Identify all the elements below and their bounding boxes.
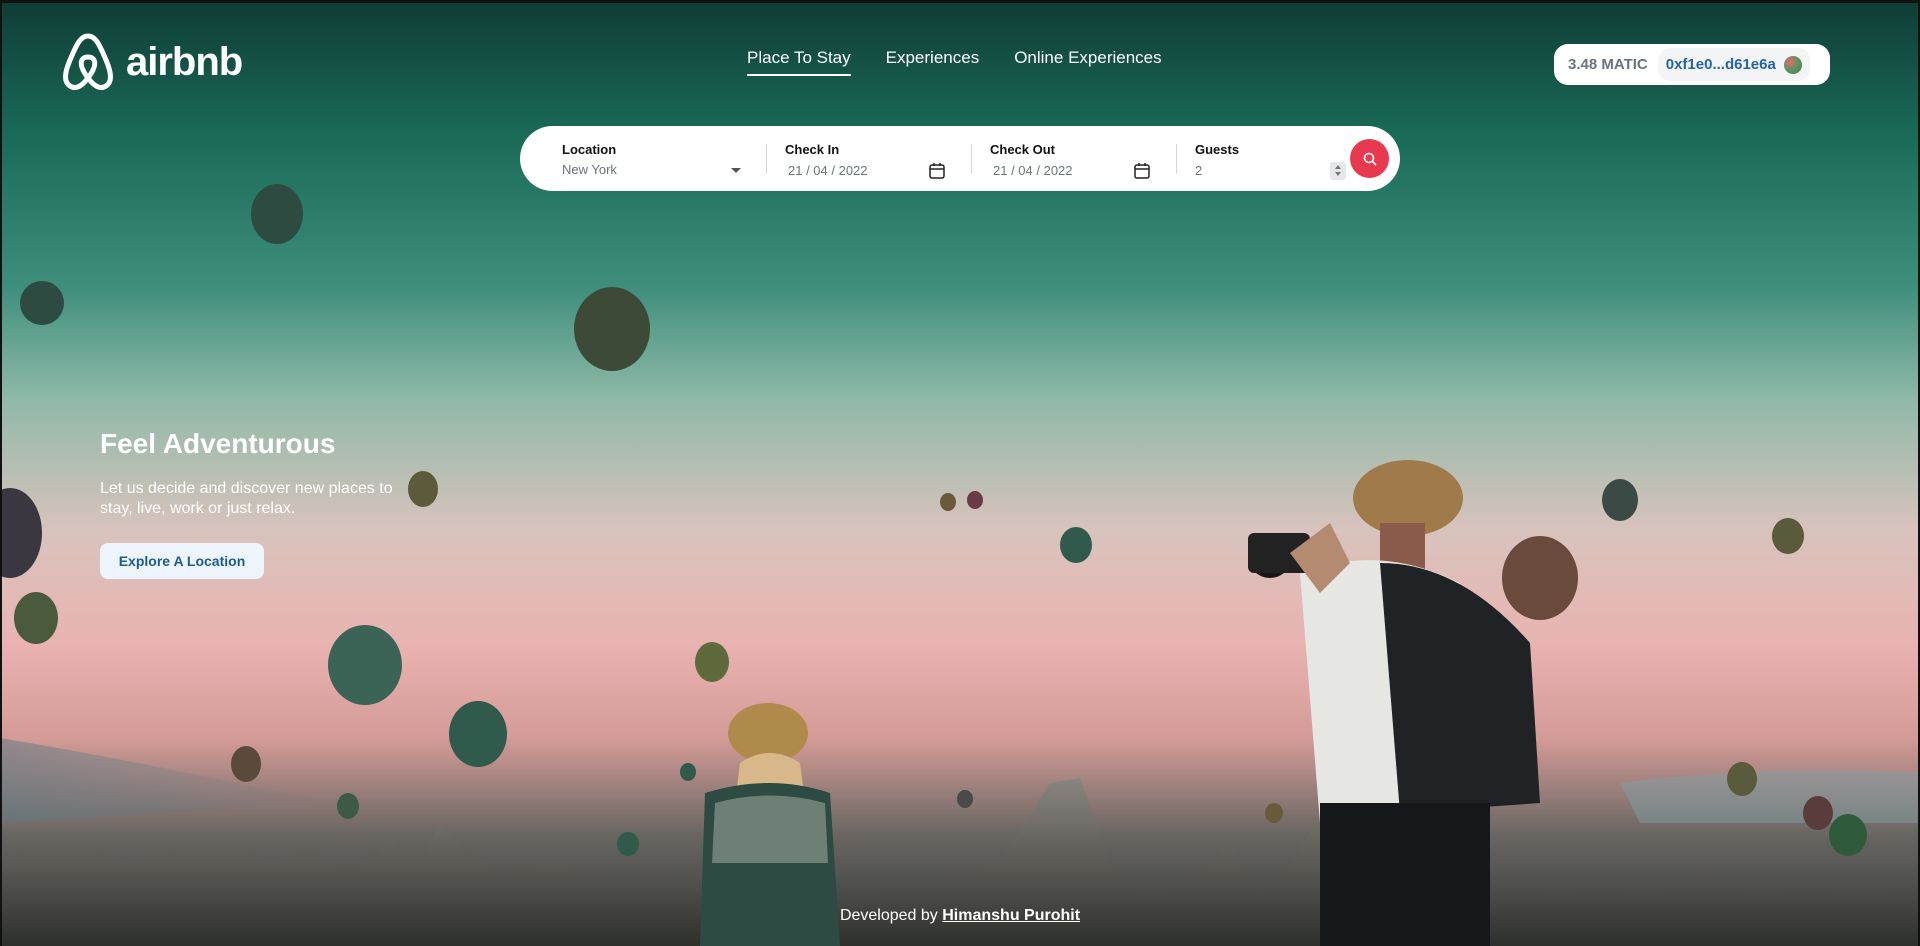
check-out-field[interactable]: Check Out 21 / 04 / 2022 <box>972 134 1177 184</box>
author-link[interactable]: Himanshu Purohit <box>942 907 1080 924</box>
search-icon <box>1363 152 1376 165</box>
explore-location-button[interactable]: Explore A Location <box>100 543 264 579</box>
wallet-address: 0xf1e0...d61e6a <box>1665 56 1776 73</box>
logo-text: airbnb <box>126 39 243 84</box>
wallet-balance: 3.48 MATIC <box>1568 56 1648 73</box>
main-nav: Place To Stay Experiences Online Experie… <box>747 48 1162 76</box>
calendar-icon[interactable] <box>928 162 946 180</box>
guests-input[interactable]: 2 <box>1195 163 1202 178</box>
check-in-input[interactable]: 21 / 04 / 2022 <box>788 163 868 178</box>
hero-title: Feel Adventurous <box>100 428 336 459</box>
location-select[interactable]: New York <box>562 162 617 177</box>
wallet-avatar-icon <box>1783 55 1802 74</box>
airbnb-logo[interactable]: airbnb <box>60 32 243 92</box>
nav-tab-experiences[interactable]: Experiences <box>886 48 980 76</box>
check-out-input[interactable]: 21 / 04 / 2022 <box>993 163 1073 178</box>
footer-credit: Developed by Himanshu Purohit <box>0 907 1920 925</box>
calendar-icon[interactable] <box>1133 162 1151 180</box>
airbnb-icon <box>63 33 113 91</box>
location-field[interactable]: Location New York <box>562 134 767 184</box>
wallet-connect-button[interactable]: 3.48 MATIC 0xf1e0...d61e6a <box>1554 44 1830 85</box>
check-out-label: Check Out <box>990 141 1056 157</box>
search-bar: Location New York Check In 21 / 04 / 202… <box>520 126 1400 191</box>
window-left-border <box>0 3 2 946</box>
nav-tab-place-to-stay[interactable]: Place To Stay <box>747 48 851 76</box>
location-label: Location <box>562 141 617 157</box>
check-in-label: Check In <box>785 141 840 157</box>
hero-subtitle: Let us decide and discover new places to… <box>100 480 393 517</box>
wallet-address-chip[interactable]: 0xf1e0...d61e6a <box>1657 48 1810 81</box>
check-in-field[interactable]: Check In 21 / 04 / 2022 <box>767 134 972 184</box>
search-button[interactable] <box>1350 139 1389 178</box>
footer-prefix: Developed by <box>839 907 938 924</box>
guests-stepper[interactable] <box>1330 161 1346 180</box>
nav-tab-online-experiences[interactable]: Online Experiences <box>1014 48 1161 76</box>
chevron-down-icon[interactable] <box>731 168 741 173</box>
